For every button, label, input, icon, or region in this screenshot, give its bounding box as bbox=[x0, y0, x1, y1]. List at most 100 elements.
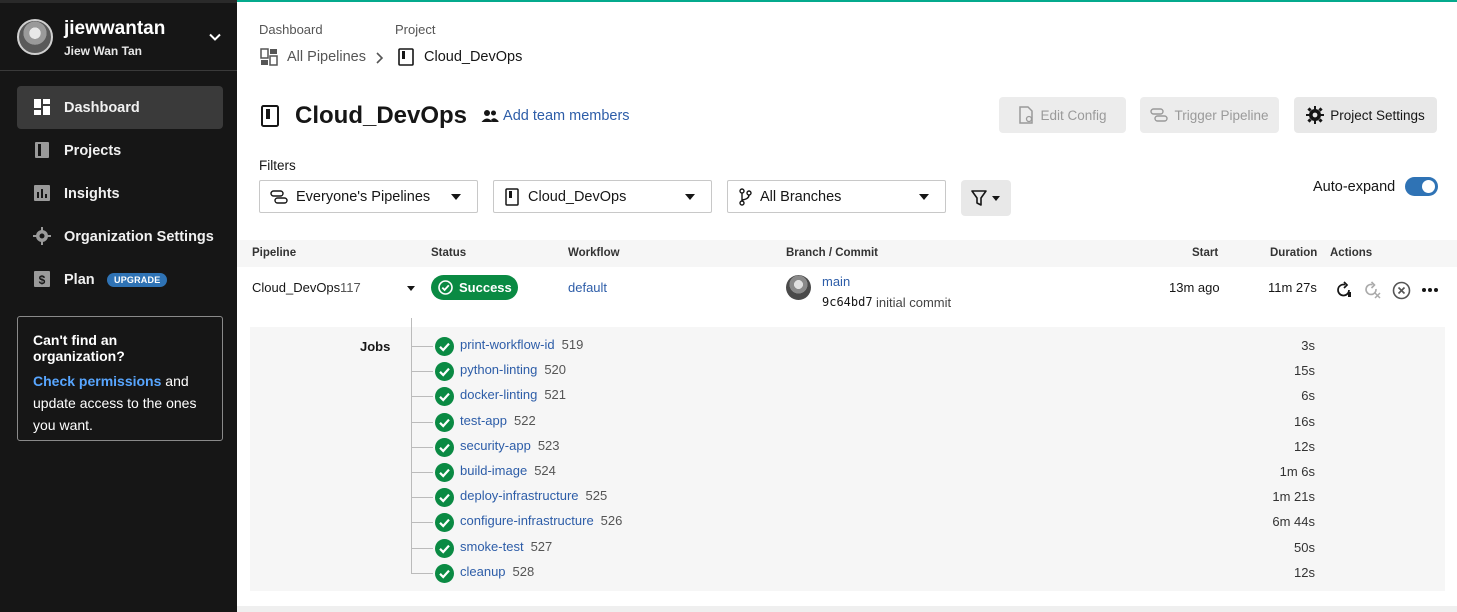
job-duration: 16s bbox=[1294, 414, 1315, 429]
check-circle-icon bbox=[435, 337, 454, 356]
column-header-workflow: Workflow bbox=[568, 247, 620, 259]
more-options-icon[interactable] bbox=[1421, 287, 1439, 293]
job-name-link[interactable]: python-linting 520 bbox=[460, 362, 566, 377]
nav-item-plan[interactable]: $ Plan UPGRADE bbox=[17, 258, 223, 301]
job-number: 525 bbox=[585, 488, 608, 503]
auto-expand-toggle[interactable] bbox=[1405, 177, 1438, 196]
job-row[interactable]: security-app 523 12s bbox=[411, 437, 1331, 457]
column-header-pipeline: Pipeline bbox=[252, 247, 297, 259]
pipelines-filter-select[interactable]: Everyone's Pipelines bbox=[259, 180, 478, 213]
add-team-members-link[interactable]: Add team members bbox=[481, 108, 630, 124]
trigger-pipeline-label: Trigger Pipeline bbox=[1174, 107, 1269, 123]
job-row[interactable]: python-linting 520 15s bbox=[411, 361, 1331, 381]
auto-expand-label: Auto-expand bbox=[1313, 179, 1396, 195]
project-filter-select[interactable]: Cloud_DevOps bbox=[493, 180, 712, 213]
project-icon bbox=[505, 187, 519, 206]
job-row[interactable]: configure-infrastructure 526 6m 44s bbox=[411, 512, 1331, 532]
check-circle-icon bbox=[435, 539, 454, 558]
tree-branch-line bbox=[411, 548, 433, 549]
nav-item-dashboard[interactable]: Dashboard bbox=[17, 86, 223, 129]
job-number: 520 bbox=[544, 362, 567, 377]
filters-label: Filters bbox=[259, 158, 296, 173]
job-row[interactable]: test-app 522 16s bbox=[411, 412, 1331, 432]
jobs-label: Jobs bbox=[360, 339, 391, 354]
pipeline-duration: 11m 27s bbox=[1268, 280, 1317, 295]
advanced-filter-button[interactable] bbox=[961, 180, 1011, 216]
job-row[interactable]: smoke-test 527 50s bbox=[411, 538, 1331, 558]
job-duration: 12s bbox=[1294, 565, 1315, 580]
nav-item-insights[interactable]: Insights bbox=[17, 172, 223, 215]
branches-filter-value: All Branches bbox=[760, 188, 842, 205]
chevron-down-icon[interactable] bbox=[205, 27, 225, 47]
user-menu[interactable]: jiewwantan Jiew Wan Tan bbox=[0, 0, 237, 71]
job-row[interactable]: print-workflow-id 519 3s bbox=[411, 336, 1331, 356]
project-settings-label: Project Settings bbox=[1330, 107, 1425, 123]
check-circle-icon bbox=[435, 513, 454, 532]
tree-branch-line bbox=[411, 497, 433, 498]
breadcrumb-project[interactable]: Cloud_DevOps bbox=[397, 47, 522, 67]
project-filter-value: Cloud_DevOps bbox=[528, 188, 627, 205]
job-name-link[interactable]: cleanup 528 bbox=[460, 564, 534, 579]
nav-item-projects[interactable]: Projects bbox=[17, 129, 223, 172]
branches-filter-select[interactable]: All Branches bbox=[727, 180, 946, 213]
trigger-pipeline-button[interactable]: Trigger Pipeline bbox=[1140, 97, 1279, 133]
job-name-link[interactable]: test-app 522 bbox=[460, 413, 536, 428]
status-badge[interactable]: Success bbox=[431, 275, 518, 300]
job-row[interactable]: deploy-infrastructure 525 1m 21s bbox=[411, 487, 1331, 507]
column-header-actions: Actions bbox=[1330, 247, 1373, 259]
page-title: Cloud_DevOps bbox=[295, 102, 468, 129]
caret-down-icon bbox=[919, 194, 929, 200]
job-row[interactable]: cleanup 528 12s bbox=[411, 563, 1331, 583]
pipeline-icon bbox=[270, 189, 288, 204]
nav-item-organization-settings[interactable]: Organization Settings bbox=[17, 215, 223, 258]
status-label: Success bbox=[459, 280, 512, 295]
project-icon bbox=[261, 105, 279, 127]
upgrade-badge[interactable]: UPGRADE bbox=[107, 273, 168, 287]
check-circle-icon bbox=[435, 438, 454, 457]
job-name-link[interactable]: print-workflow-id 519 bbox=[460, 337, 583, 352]
rerun-icon[interactable] bbox=[1335, 281, 1353, 299]
job-number: 523 bbox=[537, 438, 560, 453]
cancel-icon[interactable] bbox=[1392, 281, 1411, 300]
dashboard-icon bbox=[260, 48, 278, 66]
branch-link[interactable]: main bbox=[822, 274, 850, 289]
job-name-link[interactable]: smoke-test 527 bbox=[460, 539, 552, 554]
caret-down-icon bbox=[685, 194, 695, 200]
nav-label: Projects bbox=[64, 142, 122, 159]
job-name-link[interactable]: security-app 523 bbox=[460, 438, 560, 453]
top-accent-line bbox=[237, 0, 1457, 2]
tree-branch-line bbox=[411, 447, 433, 448]
insights-icon bbox=[34, 185, 50, 201]
check-circle-icon bbox=[438, 280, 453, 295]
check-permissions-link[interactable]: Check permissions bbox=[33, 373, 161, 389]
job-number: 519 bbox=[561, 337, 584, 352]
expand-caret-icon[interactable] bbox=[407, 286, 415, 291]
sidebar: jiewwantan Jiew Wan Tan Dashboard Projec… bbox=[0, 0, 237, 612]
project-settings-button[interactable]: Project Settings bbox=[1294, 97, 1437, 133]
breadcrumb-all-pipelines[interactable]: All Pipelines bbox=[260, 47, 366, 67]
bottom-divider bbox=[237, 606, 1457, 612]
column-header-duration: Duration bbox=[1270, 247, 1318, 259]
pipeline-start-time: 13m ago bbox=[1169, 280, 1220, 295]
workflow-link[interactable]: default bbox=[568, 280, 607, 295]
check-circle-icon bbox=[435, 413, 454, 432]
rerun-failed-icon[interactable] bbox=[1363, 281, 1381, 299]
check-circle-icon bbox=[435, 387, 454, 406]
pipeline-name-link[interactable]: Cloud_DevOps bbox=[252, 280, 340, 295]
caret-down-icon bbox=[451, 194, 461, 200]
column-header-status: Status bbox=[431, 247, 467, 259]
job-name-link[interactable]: build-image 524 bbox=[460, 463, 556, 478]
commit-hash[interactable]: 9c64bd7 bbox=[822, 295, 873, 309]
dashboard-icon bbox=[34, 99, 50, 115]
add-team-members-text: Add team members bbox=[503, 108, 630, 124]
edit-config-button[interactable]: Edit Config bbox=[999, 97, 1126, 133]
job-number: 526 bbox=[600, 513, 623, 528]
job-name-link[interactable]: docker-linting 521 bbox=[460, 387, 566, 402]
breadcrumb-project-label: Project bbox=[395, 22, 436, 37]
job-name-link[interactable]: deploy-infrastructure 525 bbox=[460, 488, 607, 503]
job-number: 524 bbox=[534, 463, 556, 478]
job-row[interactable]: build-image 524 1m 6s bbox=[411, 462, 1331, 482]
job-name-link[interactable]: configure-infrastructure 526 bbox=[460, 513, 622, 528]
job-row[interactable]: docker-linting 521 6s bbox=[411, 386, 1331, 406]
commit-message: initial commit bbox=[876, 295, 952, 310]
